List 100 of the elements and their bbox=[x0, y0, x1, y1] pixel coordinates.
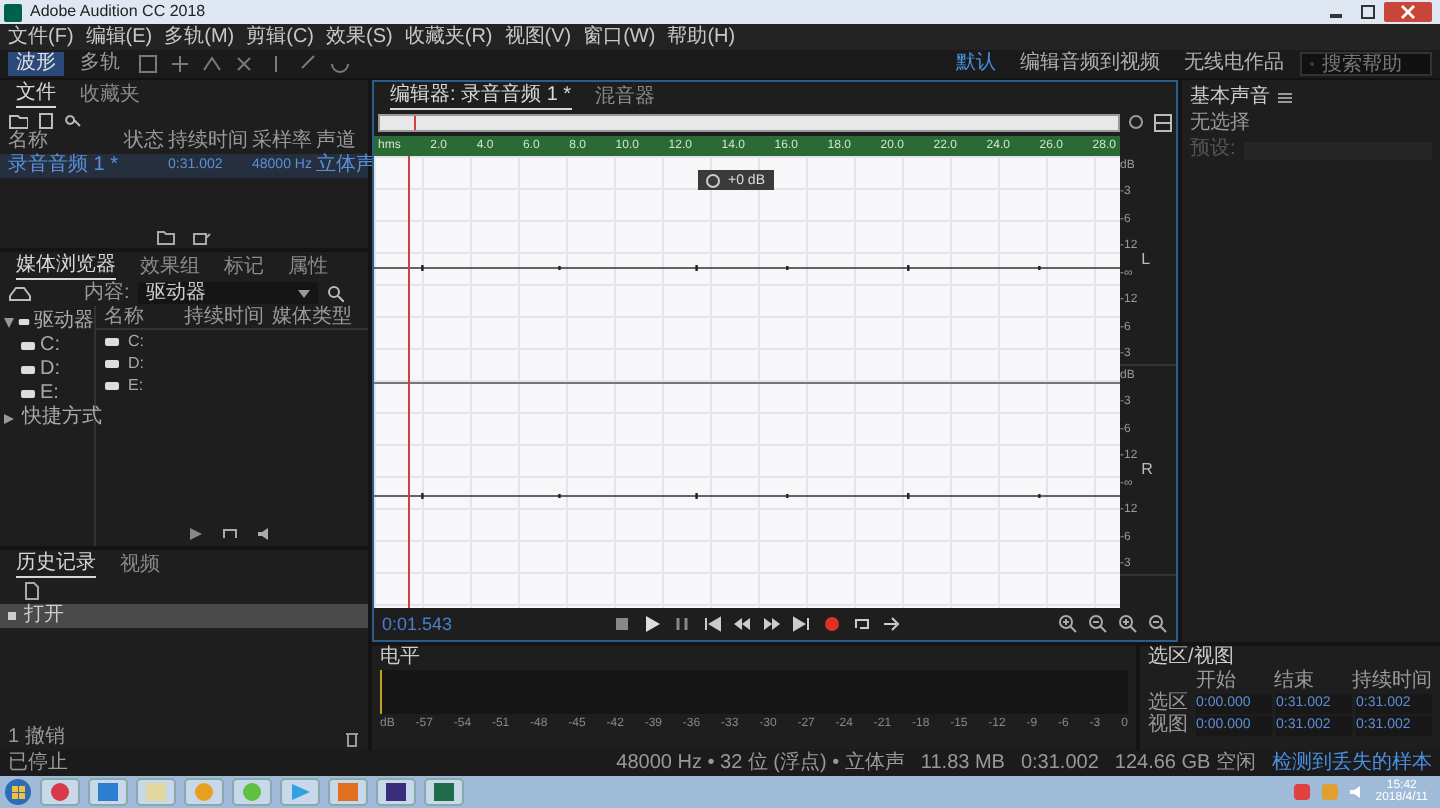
app-icon bbox=[4, 3, 22, 21]
column-header[interactable]: 持续时间 bbox=[184, 307, 272, 327]
workspace-tab[interactable]: 无线电作品 bbox=[1184, 54, 1284, 74]
skip-icon[interactable] bbox=[882, 614, 902, 634]
status-text: 11.83 MB bbox=[920, 753, 1005, 773]
zoom-out-icon[interactable] bbox=[1148, 614, 1168, 634]
status-text: 0:31.002 bbox=[1020, 753, 1099, 773]
panel-tab[interactable]: 混音器 bbox=[595, 86, 656, 110]
rewind-icon[interactable] bbox=[732, 614, 752, 634]
folder-icon[interactable] bbox=[156, 228, 176, 246]
menu-item[interactable]: 帮助(H) bbox=[667, 27, 736, 47]
drive-name[interactable]: D: bbox=[128, 355, 144, 371]
time-display: 0:01.543 bbox=[382, 615, 455, 633]
column-header[interactable]: 媒体类型 bbox=[272, 307, 360, 327]
panel-title: 选区/视图 bbox=[1148, 646, 1236, 670]
taskbar-app-icon[interactable] bbox=[376, 778, 416, 806]
undo-count: 1 撤销 bbox=[8, 728, 65, 748]
document-icon[interactable] bbox=[24, 582, 40, 600]
channel-label[interactable]: L bbox=[1141, 252, 1151, 268]
workspace-tab[interactable]: 编辑音频到视频 bbox=[1020, 54, 1160, 74]
pause-icon[interactable] bbox=[672, 614, 692, 634]
panel-tab[interactable]: 历史记录 bbox=[16, 552, 96, 578]
window-title: Adobe Audition CC 2018 bbox=[30, 4, 206, 20]
row-label: 选区 bbox=[1148, 694, 1190, 714]
panel-tab[interactable]: 媒体浏览器 bbox=[16, 254, 116, 280]
loop-icon[interactable] bbox=[852, 614, 872, 634]
column-header[interactable]: 名称 bbox=[104, 307, 184, 327]
content-dropdown[interactable]: 驱动器 bbox=[137, 282, 318, 304]
menu-item[interactable]: 窗口(W) bbox=[583, 27, 656, 47]
toolbar-icon[interactable] bbox=[64, 109, 84, 129]
caret-icon[interactable] bbox=[297, 289, 310, 297]
panel-title: 基本声音 bbox=[1190, 88, 1270, 108]
channel-label[interactable]: R bbox=[1141, 462, 1153, 478]
file-name: 录音音频 1 * bbox=[8, 156, 121, 176]
mode-button[interactable]: 波形 bbox=[8, 52, 64, 76]
column-header[interactable]: 声道 bbox=[316, 132, 360, 152]
knob-icon[interactable] bbox=[706, 173, 720, 187]
tree-item[interactable]: C: bbox=[0, 334, 94, 358]
menu-item[interactable]: 剪辑(C) bbox=[246, 27, 315, 47]
panel-title: 电平 bbox=[380, 646, 422, 670]
search-field[interactable]: 搜索帮助 bbox=[1300, 52, 1432, 76]
zoom-in-icon[interactable] bbox=[1118, 614, 1138, 634]
panel-tab[interactable]: 效果组 bbox=[140, 256, 200, 280]
menu-item[interactable]: 文件(F) bbox=[8, 27, 74, 47]
zoom-in-icon[interactable] bbox=[1058, 614, 1078, 634]
menu-item[interactable]: 多轨(M) bbox=[164, 27, 235, 47]
menu-item[interactable]: 效果(S) bbox=[326, 27, 393, 47]
column-header: 结束 bbox=[1274, 672, 1316, 692]
record-icon[interactable] bbox=[822, 614, 842, 634]
selection-status: 无选择 bbox=[1190, 114, 1252, 134]
grid-icon[interactable] bbox=[1154, 114, 1172, 132]
drive-name[interactable]: C: bbox=[128, 333, 144, 349]
collapsed-caret-icon[interactable] bbox=[4, 413, 14, 423]
workspace-tab[interactable]: 默认 bbox=[956, 54, 996, 74]
tool-icon[interactable] bbox=[200, 52, 224, 76]
delete-icon[interactable] bbox=[344, 729, 360, 747]
tool-icon[interactable] bbox=[136, 52, 160, 76]
row-label: 视图 bbox=[1148, 716, 1190, 736]
zoom-icon[interactable] bbox=[1128, 114, 1146, 132]
menu-item[interactable]: 视图(V) bbox=[504, 27, 572, 47]
play-icon[interactable] bbox=[642, 614, 662, 634]
skip-to-end-icon[interactable] bbox=[792, 614, 812, 634]
search-icon[interactable] bbox=[325, 284, 344, 302]
tree-item[interactable]: 驱动器 bbox=[0, 310, 94, 334]
close-icon[interactable] bbox=[1384, 2, 1432, 22]
column-header: 持续时间 bbox=[1352, 672, 1432, 692]
panel-tab[interactable]: 文件 bbox=[16, 82, 56, 108]
history-item[interactable]: 打开 bbox=[0, 604, 368, 628]
status-link[interactable]: 检测到丢失的样本 bbox=[1272, 753, 1432, 773]
menu-icon[interactable] bbox=[1278, 92, 1292, 104]
tree-item[interactable]: D: bbox=[0, 358, 94, 382]
stop-icon[interactable] bbox=[612, 614, 632, 634]
panel-tab[interactable]: 编辑器: 录音音频 1 * bbox=[390, 84, 572, 110]
zoom-out-icon[interactable] bbox=[1088, 614, 1108, 634]
status-text: 48000 Hz • 32 位 (浮点) • 立体声 bbox=[616, 753, 905, 773]
export-icon[interactable] bbox=[192, 228, 212, 246]
loop-icon[interactable] bbox=[220, 526, 240, 542]
tool-icon[interactable] bbox=[168, 52, 192, 76]
column-header[interactable]: 持续时间 bbox=[168, 132, 252, 152]
mode-button[interactable]: 多轨 bbox=[72, 52, 128, 76]
tool-icon[interactable] bbox=[232, 52, 256, 76]
menu-item[interactable]: 收藏夹(R) bbox=[404, 27, 493, 47]
start-button-icon[interactable] bbox=[4, 778, 32, 806]
panel-tab[interactable]: 标记 bbox=[224, 256, 264, 280]
column-header[interactable]: 采样率 bbox=[252, 132, 316, 152]
fast-forward-icon[interactable] bbox=[762, 614, 782, 634]
status-text: 124.66 GB 空闲 bbox=[1114, 753, 1256, 773]
drive-name[interactable]: E: bbox=[128, 377, 144, 393]
taskbar-app-icon[interactable] bbox=[424, 778, 464, 806]
column-header[interactable]: 状态 bbox=[124, 132, 168, 152]
panel-tab[interactable]: 视频 bbox=[120, 554, 160, 578]
expanded-caret-icon[interactable] bbox=[4, 317, 14, 327]
column-header[interactable]: 名称 bbox=[8, 132, 124, 152]
panel-tab[interactable]: 收藏夹 bbox=[80, 84, 140, 108]
drive-icon[interactable] bbox=[8, 284, 32, 302]
status-text: 已停止 bbox=[8, 753, 68, 773]
skip-to-start-icon[interactable] bbox=[702, 614, 722, 634]
panel-tab[interactable]: 属性 bbox=[288, 256, 328, 280]
menu-item[interactable]: 编辑(E) bbox=[85, 27, 153, 47]
tree-item[interactable]: E: bbox=[0, 382, 94, 406]
